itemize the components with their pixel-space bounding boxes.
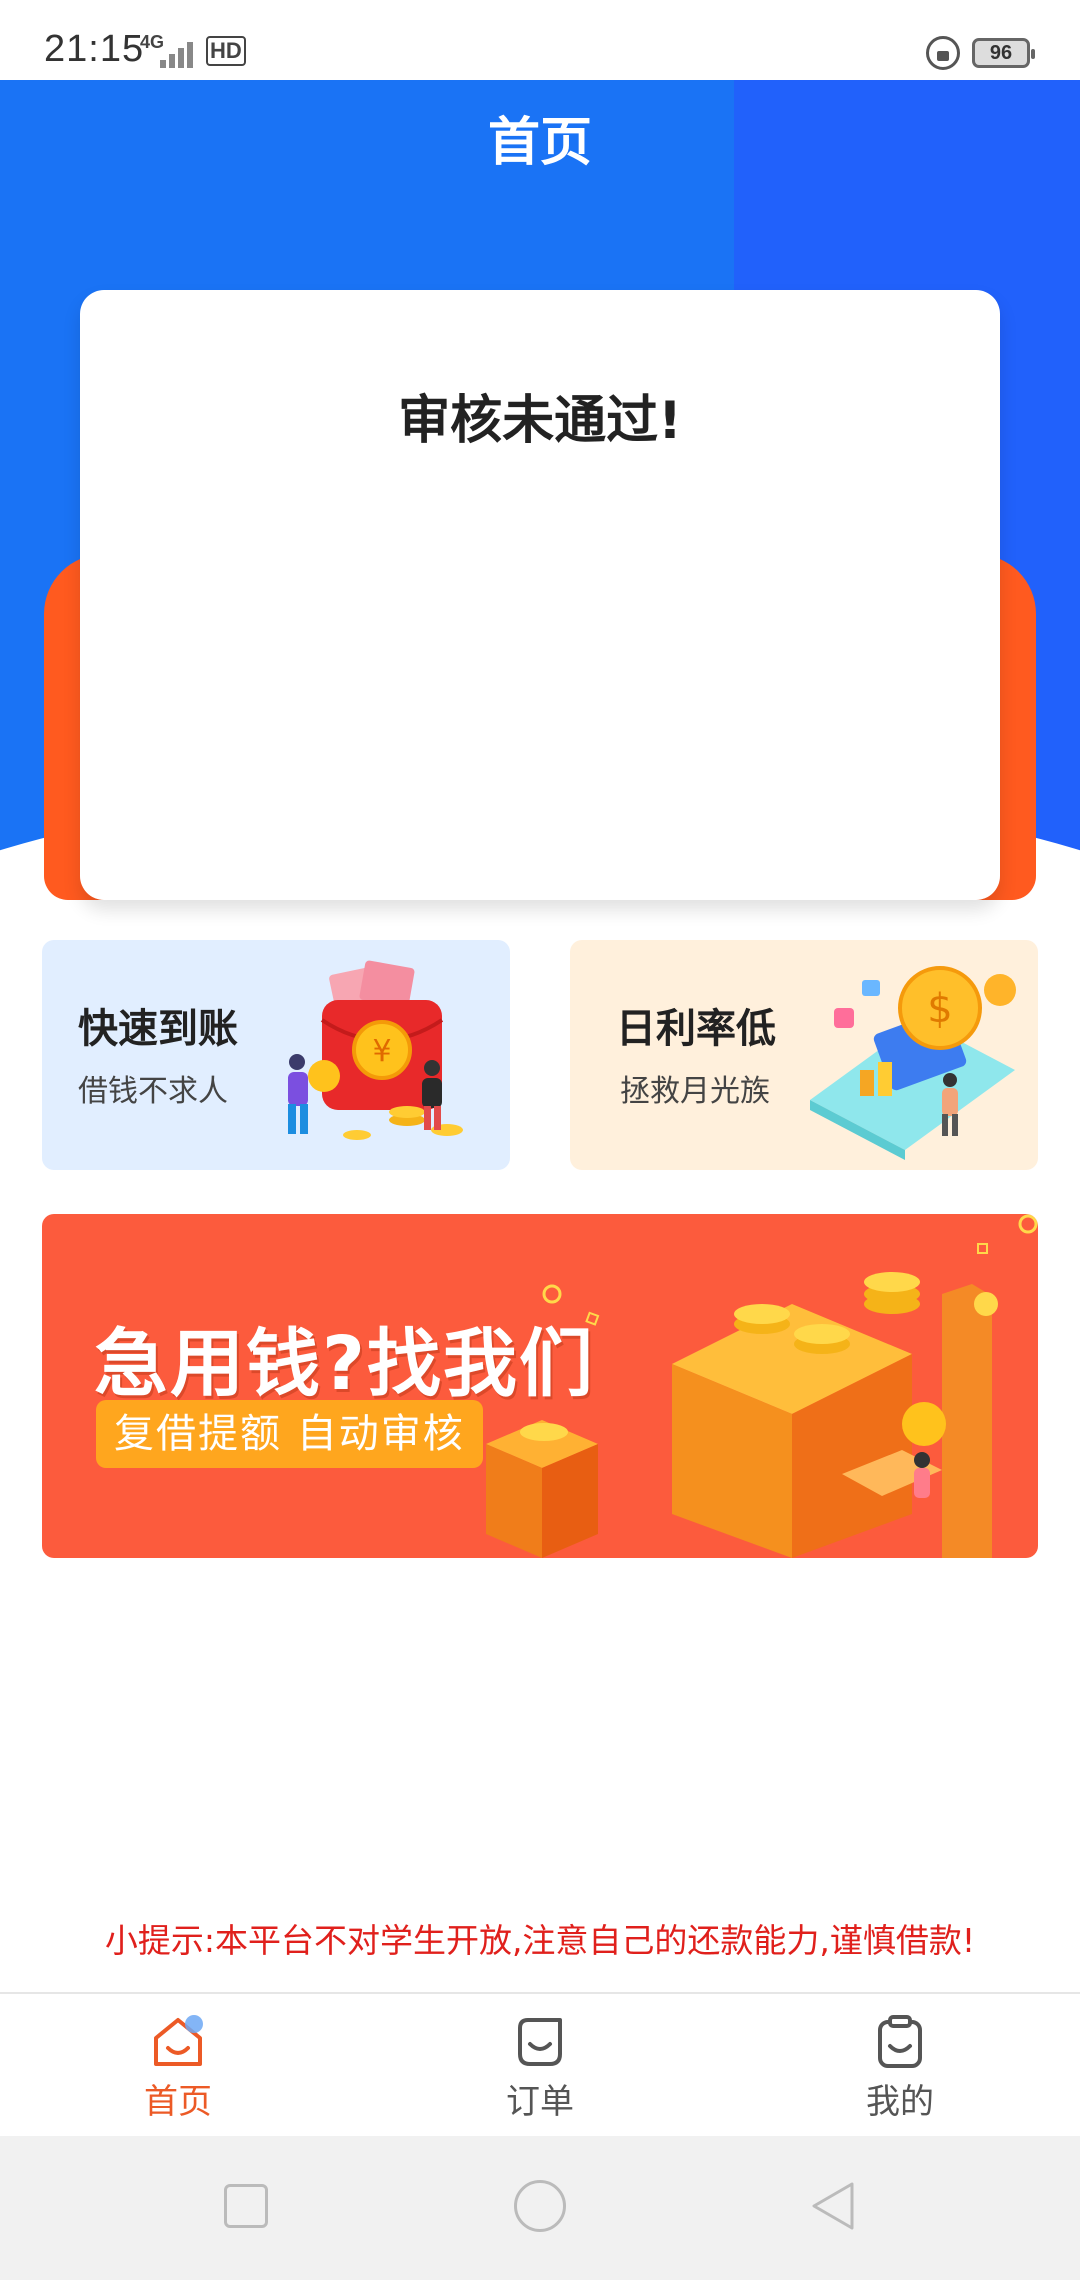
mine-icon xyxy=(878,2015,922,2068)
feature-title: 快速到账 xyxy=(78,1006,238,1052)
promo-banner[interactable]: 急用钱?找我们 复借提额 自动审核 xyxy=(42,1214,1038,1558)
feature-subtitle: 借钱不求人 xyxy=(78,1074,228,1109)
phone-coins-illustration: $ xyxy=(810,966,1016,1160)
page-title: 首页 xyxy=(487,113,592,173)
tab-home[interactable]: 首页 xyxy=(78,1994,278,2138)
feature-card-fast-arrival[interactable]: 快速到账 借钱不求人 ¥ xyxy=(42,940,510,1170)
feature-card-low-rate[interactable]: 日利率低 拯救月光族 $ xyxy=(570,940,1038,1170)
recent-apps-button[interactable] xyxy=(224,2184,268,2228)
back-button[interactable] xyxy=(806,2178,862,2234)
feature-subtitle: 拯救月光族 xyxy=(620,1074,770,1109)
hd-badge: HD xyxy=(206,36,246,66)
feature-title: 日利率低 xyxy=(616,1006,776,1052)
bottom-tab-bar: 首页 订单 我的 xyxy=(0,1992,1080,2136)
review-status-text: 审核未通过! xyxy=(398,391,682,451)
svg-text:¥: ¥ xyxy=(372,1034,391,1069)
system-nav-bar xyxy=(0,2136,1080,2280)
tab-label: 订单 xyxy=(506,2082,574,2122)
tab-mine[interactable]: 我的 xyxy=(800,1994,1000,2138)
status-bar: 21:15 4G HD 96 xyxy=(0,0,1080,80)
tab-label: 我的 xyxy=(866,2082,934,2122)
red-envelope-coins-illustration: ¥ xyxy=(288,960,463,1140)
risk-tip: 小提示:本平台不对学生开放,注意自己的还款能力,谨慎借款! xyxy=(104,1921,976,1960)
signal-icon xyxy=(160,36,196,68)
rotation-lock-icon xyxy=(926,36,960,70)
status-time: 21:15 xyxy=(44,28,145,70)
banner-tag: 复借提额 自动审核 xyxy=(96,1400,483,1468)
home-icon xyxy=(154,2015,203,2066)
tab-orders[interactable]: 订单 xyxy=(440,1994,640,2138)
banner-title: 急用钱?找我们 xyxy=(94,1321,595,1407)
home-button[interactable] xyxy=(514,2180,566,2232)
svg-text:$: $ xyxy=(927,986,952,1032)
order-icon xyxy=(518,2018,562,2066)
battery-icon: 96 xyxy=(972,38,1035,68)
review-status-card: 审核未通过! xyxy=(80,290,1000,900)
tab-label: 首页 xyxy=(144,2082,212,2122)
